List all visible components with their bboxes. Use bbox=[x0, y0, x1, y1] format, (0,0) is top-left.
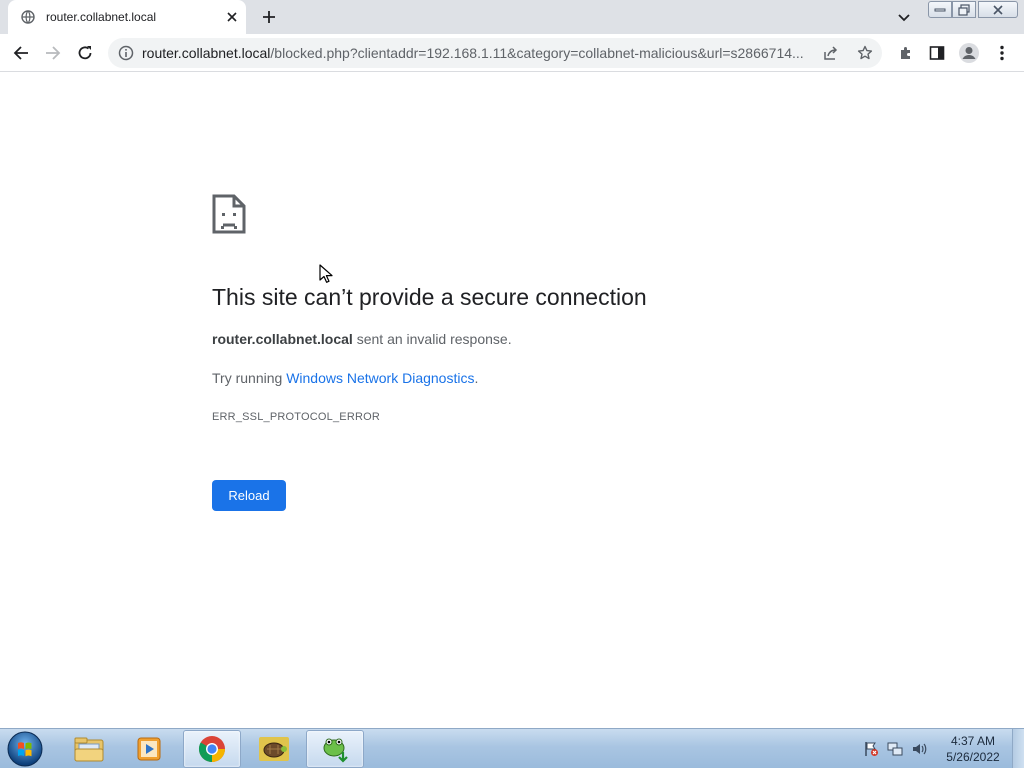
browser-tab[interactable]: router.collabnet.local bbox=[8, 0, 246, 34]
window-close-icon[interactable] bbox=[978, 1, 1018, 18]
error-title: This site can’t provide a secure connect… bbox=[212, 284, 647, 310]
network-diagnostics-link[interactable]: Windows Network Diagnostics bbox=[286, 370, 474, 386]
file-explorer-icon[interactable] bbox=[60, 730, 118, 768]
globe-icon bbox=[20, 9, 36, 25]
arrow-left-icon[interactable] bbox=[6, 38, 36, 68]
chevron-down-icon[interactable] bbox=[894, 8, 914, 28]
system-tray bbox=[862, 739, 928, 759]
close-icon[interactable] bbox=[224, 9, 240, 25]
network-icon[interactable] bbox=[886, 740, 904, 758]
arrow-right-icon[interactable] bbox=[38, 38, 68, 68]
error-summary: router.collabnet.local sent an invalid r… bbox=[212, 331, 512, 347]
volume-icon[interactable] bbox=[910, 740, 928, 758]
suggestion-suffix: . bbox=[474, 370, 479, 386]
error-summary-text: sent an invalid response. bbox=[352, 331, 512, 347]
show-desktop-button[interactable] bbox=[1012, 729, 1024, 768]
suggestion-prefix: Try running bbox=[212, 370, 287, 386]
reload-icon[interactable] bbox=[70, 38, 100, 68]
taskbar-clock[interactable]: 4:37 AM 5/26/2022 bbox=[942, 733, 1004, 765]
media-player-icon[interactable] bbox=[121, 730, 179, 768]
star-icon[interactable] bbox=[856, 44, 874, 62]
reload-button[interactable]: Reload bbox=[212, 480, 286, 511]
turtle-app-icon[interactable] bbox=[245, 730, 303, 768]
start-button[interactable] bbox=[6, 730, 44, 768]
error-suggestion: Try running Windows Network Diagnostics. bbox=[212, 370, 478, 386]
error-code: ERR_SSL_PROTOCOL_ERROR bbox=[212, 411, 381, 423]
share-icon[interactable] bbox=[822, 44, 840, 62]
browser-toolbar: router.collabnet.local/blocked.php?clien… bbox=[0, 34, 1024, 72]
taskbar: 4:37 AM 5/26/2022 bbox=[0, 728, 1024, 768]
chrome-icon[interactable] bbox=[183, 730, 241, 768]
minimize-icon[interactable] bbox=[928, 1, 952, 18]
url-host: router.collabnet.local bbox=[142, 45, 271, 61]
side-panel-icon[interactable] bbox=[922, 38, 952, 68]
sad-document-icon bbox=[212, 194, 246, 234]
profile-icon[interactable] bbox=[954, 38, 984, 68]
plus-icon[interactable] bbox=[258, 6, 280, 28]
tab-strip: router.collabnet.local bbox=[0, 0, 1024, 34]
url-path: /blocked.php?clientaddr=192.168.1.11&cat… bbox=[270, 45, 804, 61]
error-host: router.collabnet.local bbox=[212, 331, 353, 347]
kebab-menu-icon[interactable] bbox=[987, 38, 1017, 68]
info-icon[interactable] bbox=[118, 45, 134, 61]
address-bar[interactable]: router.collabnet.local/blocked.php?clien… bbox=[108, 38, 882, 68]
restore-icon[interactable] bbox=[952, 1, 976, 18]
tab-title: router.collabnet.local bbox=[46, 10, 157, 24]
action-center-flag-icon[interactable] bbox=[862, 740, 880, 758]
puzzle-icon[interactable] bbox=[891, 38, 921, 68]
frog-app-icon[interactable] bbox=[306, 730, 364, 768]
clock-time: 4:37 AM bbox=[950, 734, 996, 748]
mouse-cursor-icon bbox=[319, 264, 333, 284]
url-text: router.collabnet.local/blocked.php?clien… bbox=[142, 45, 822, 61]
clock-date: 5/26/2022 bbox=[946, 750, 1000, 764]
